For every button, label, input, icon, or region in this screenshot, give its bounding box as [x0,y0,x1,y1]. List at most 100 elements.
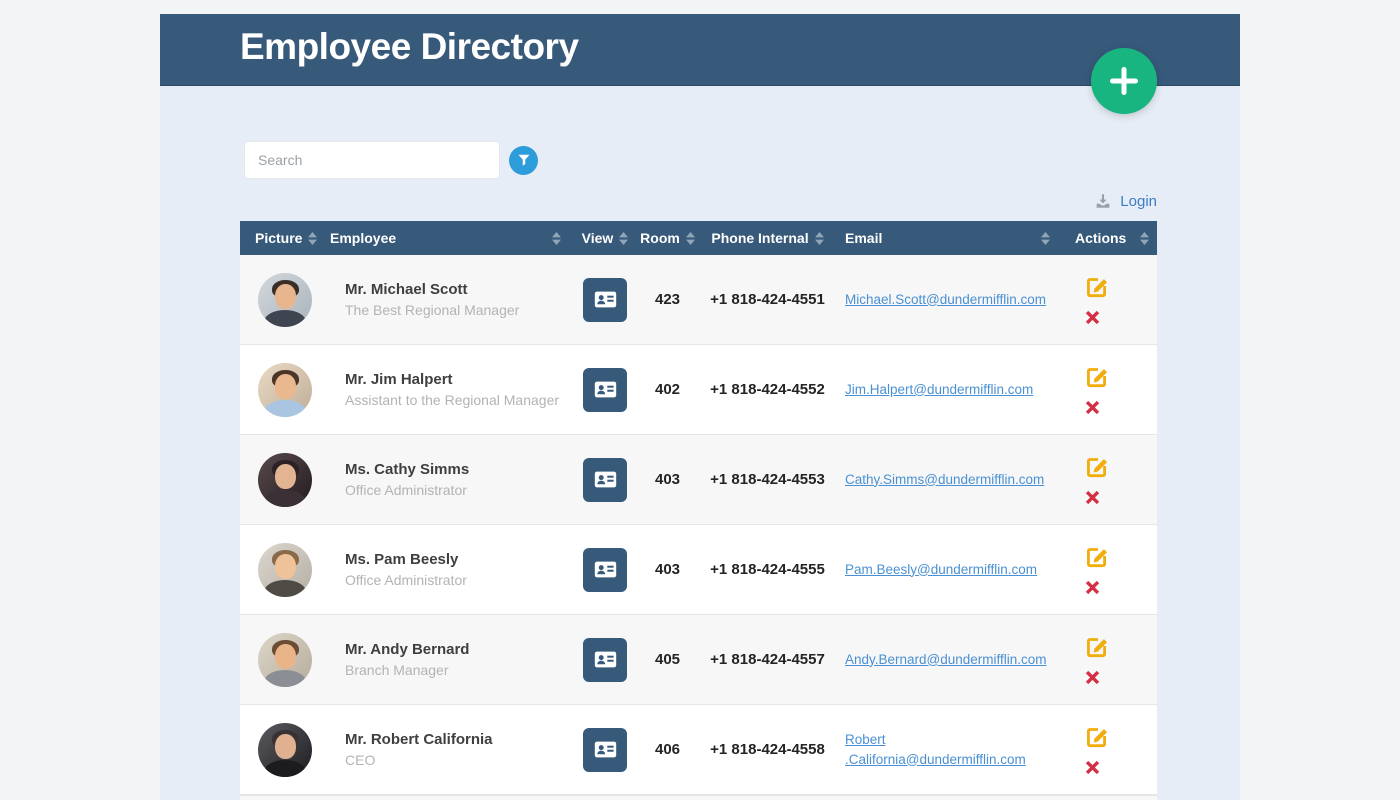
edit-icon[interactable] [1084,274,1110,300]
employee-cell: Mr. Andy Bernard Branch Manager [330,615,575,704]
email-link[interactable]: Michael.Scott@dundermifflin.com [845,290,1046,310]
phone-number: +1 818-424-4551 [710,291,825,308]
employee-job-title: The Best Regional Manager [345,302,520,318]
column-header-picture[interactable]: Picture [240,221,330,255]
app-window: Employee Directory Login Picture [160,14,1240,800]
employee-photo [258,452,312,507]
view-button[interactable] [583,277,627,322]
actions-cell [1060,705,1157,794]
delete-icon[interactable] [1084,759,1101,776]
picture-cell [240,345,330,434]
table-row: Ms. Cathy Simms Office Administrator 403 [240,435,1157,525]
column-header-room[interactable]: Room [635,221,700,255]
employee-photo [258,632,312,687]
edit-icon[interactable] [1084,454,1110,480]
room-cell: 403 [635,525,700,614]
picture-cell [240,615,330,704]
view-cell [575,255,635,344]
view-button[interactable] [583,727,627,772]
view-cell [575,345,635,434]
column-header-email[interactable]: Email [835,221,1060,255]
employee-photo [258,362,312,417]
phone-cell: +1 818-424-4555 [700,525,835,614]
delete-icon[interactable] [1084,669,1101,686]
page-header: Employee Directory [160,14,1240,86]
employee-cell: Mr. Jim Halpert Assistant to the Regiona… [330,345,575,434]
room-number: 403 [654,471,681,488]
employee-job-title: CEO [345,752,376,768]
actions-cell [1060,345,1157,434]
view-button[interactable] [583,547,627,592]
room-number: 402 [654,381,681,398]
phone-number: +1 818-424-4558 [710,741,825,758]
column-header-actions[interactable]: Actions [1060,221,1157,255]
edit-icon[interactable] [1084,724,1110,750]
employee-photo [258,272,312,327]
picture-cell [240,435,330,524]
view-cell [575,705,635,794]
employee-name: Ms. Pam Beesly [345,551,459,568]
employee-cell: Mr. Michael Scott The Best Regional Mana… [330,255,575,344]
login-link[interactable]: Login [1094,192,1157,210]
funnel-icon [517,153,531,167]
employee-photo [258,542,312,597]
table-row: Mr. Robert California CEO 406 +1 818-424… [240,705,1157,795]
delete-icon[interactable] [1084,579,1101,596]
employee-job-title: Branch Manager [345,662,449,678]
email-link[interactable]: Cathy.Simms@dundermifflin.com [845,470,1044,490]
phone-cell: +1 818-424-4551 [700,255,835,344]
phone-cell: +1 818-424-4552 [700,345,835,434]
search-input[interactable] [244,141,500,179]
email-link[interactable]: Robert​.California@dundermifflin.com [845,730,1050,769]
email-cell: Jim.Halpert@dundermifflin.com [835,345,1060,434]
employee-job-title: Office Administrator [345,572,467,588]
view-button[interactable] [583,637,627,682]
actions-cell [1060,525,1157,614]
phone-number: +1 818-424-4553 [710,471,825,488]
table-row: Mr. Andy Bernard Branch Manager 405 +1 8… [240,615,1157,705]
email-cell: Andy.Bernard@dundermifflin.com [835,615,1060,704]
delete-icon[interactable] [1084,489,1101,506]
delete-icon[interactable] [1084,309,1101,326]
view-cell [575,435,635,524]
employee-cell: Ms. Pam Beesly Office Administrator [330,525,575,614]
sort-icon [308,231,318,245]
add-employee-button[interactable] [1091,48,1157,114]
sort-icon [1041,231,1050,245]
email-cell: Michael.Scott@dundermifflin.com [835,255,1060,344]
email-link[interactable]: Pam.Beesly@dundermifflin.com [845,560,1037,580]
room-cell: 423 [635,255,700,344]
view-button[interactable] [583,367,627,412]
table-row: Mr. Michael Scott The Best Regional Mana… [240,255,1157,345]
picture-cell [240,705,330,794]
column-header-view[interactable]: View [575,221,635,255]
actions-cell [1060,615,1157,704]
id-card-icon [592,286,619,313]
column-header-employee[interactable]: Employee [330,221,575,255]
employee-name: Ms. Cathy Simms [345,461,470,478]
column-header-phone-internal[interactable]: Phone Internal [700,221,835,255]
view-button[interactable] [583,457,627,502]
table-body: Mr. Michael Scott The Best Regional Mana… [240,255,1157,795]
phone-number: +1 818-424-4557 [710,651,825,668]
table-header-row: Picture Employee View Room Phone Interna… [240,221,1157,255]
picture-cell [240,255,330,344]
delete-icon[interactable] [1084,399,1101,416]
employee-name: Mr. Andy Bernard [345,641,470,658]
email-link[interactable]: Andy.Bernard@dundermifflin.com [845,650,1047,670]
edit-icon[interactable] [1084,364,1110,390]
sort-icon [685,231,695,245]
employee-photo [258,722,312,777]
edit-icon[interactable] [1084,634,1110,660]
id-card-icon [592,736,619,763]
employee-name: Mr. Robert California [345,731,493,748]
filter-button[interactable] [509,145,538,175]
edit-icon[interactable] [1084,544,1110,570]
employee-cell: Mr. Robert California CEO [330,705,575,794]
phone-cell: +1 818-424-4558 [700,705,835,794]
sort-icon [619,231,629,245]
login-label: Login [1120,192,1157,210]
employee-table: Picture Employee View Room Phone Interna… [240,221,1157,800]
email-cell: Pam.Beesly@dundermifflin.com [835,525,1060,614]
email-link[interactable]: Jim.Halpert@dundermifflin.com [845,380,1033,400]
